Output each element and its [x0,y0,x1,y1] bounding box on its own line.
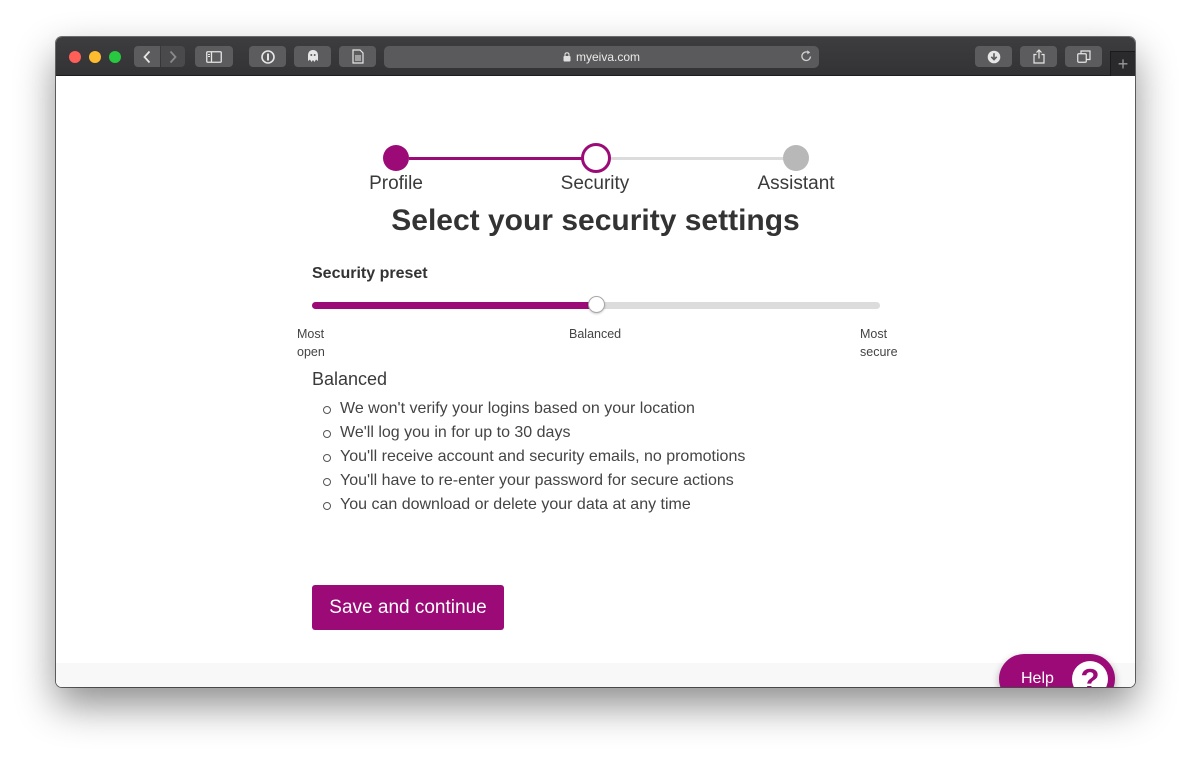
tick-most-secure: Most secure [860,327,898,359]
step-dot-security[interactable] [581,143,611,173]
page-content: Profile Security Assistant Select your s… [56,76,1135,687]
stepper-line-completed [409,157,595,160]
step-dot-assistant[interactable] [783,145,809,171]
step-label-security: Security [560,173,630,194]
reader-button[interactable] [339,46,376,67]
stepper-line-upcoming [609,157,794,160]
list-item: We won't verify your logins based on you… [322,397,745,421]
forward-button[interactable] [161,46,185,67]
downloads-button[interactable] [975,46,1012,67]
minimize-window-icon[interactable] [89,51,101,63]
password-manager-button[interactable] [249,46,286,67]
new-tab-button[interactable]: + [1110,51,1135,76]
step-label-assistant: Assistant [757,173,835,194]
help-label: Help [1021,670,1054,687]
save-and-continue-button[interactable]: Save and continue [312,585,504,630]
tab-overview-button[interactable] [1065,46,1102,67]
security-preset-label: Security preset [312,265,428,282]
tick-most-open: Most open [297,327,325,359]
step-dot-profile[interactable] [383,145,409,171]
share-button[interactable] [1020,46,1057,67]
ghostery-button[interactable] [294,46,331,67]
list-item: You can download or delete your data at … [322,493,745,517]
step-label-profile: Profile [369,173,423,194]
preset-level-title: Balanced [312,369,388,389]
url-text: myeiva.com [575,50,640,64]
chevron-left-icon [143,50,151,63]
ghost-icon [307,50,318,62]
list-item: We'll log you in for up to 30 days [322,421,745,445]
browser-toolbar: myeiva.com + [56,37,1135,76]
address-bar[interactable]: myeiva.com [384,46,819,68]
lock-icon [563,52,571,62]
help-button[interactable]: Help ? [999,654,1115,687]
preset-description-list: We won't verify your logins based on you… [322,397,745,517]
sidebar-icon [206,50,222,63]
sidebar-toggle-button[interactable] [195,46,233,67]
reload-icon[interactable] [800,49,813,66]
page-footer [56,663,1135,687]
zoom-window-icon[interactable] [109,51,121,63]
chevron-right-icon [169,50,177,63]
list-item: You'll have to re-enter your password fo… [322,469,745,493]
question-mark-icon: ? [1072,661,1108,687]
list-item: You'll receive account and security emai… [322,445,745,469]
share-icon [1032,49,1045,64]
close-window-icon[interactable] [69,51,81,63]
password-manager-icon [260,49,275,64]
tick-balanced: Balanced [569,327,622,341]
back-button[interactable] [134,46,160,67]
document-icon [351,49,364,64]
slider-fill [312,302,596,309]
download-icon [987,50,1000,63]
browser-window: myeiva.com + Profile Security Assistant … [56,37,1135,687]
tabs-icon [1076,50,1091,63]
slider-thumb[interactable] [587,296,605,313]
page-title: Select your security settings [391,204,800,237]
